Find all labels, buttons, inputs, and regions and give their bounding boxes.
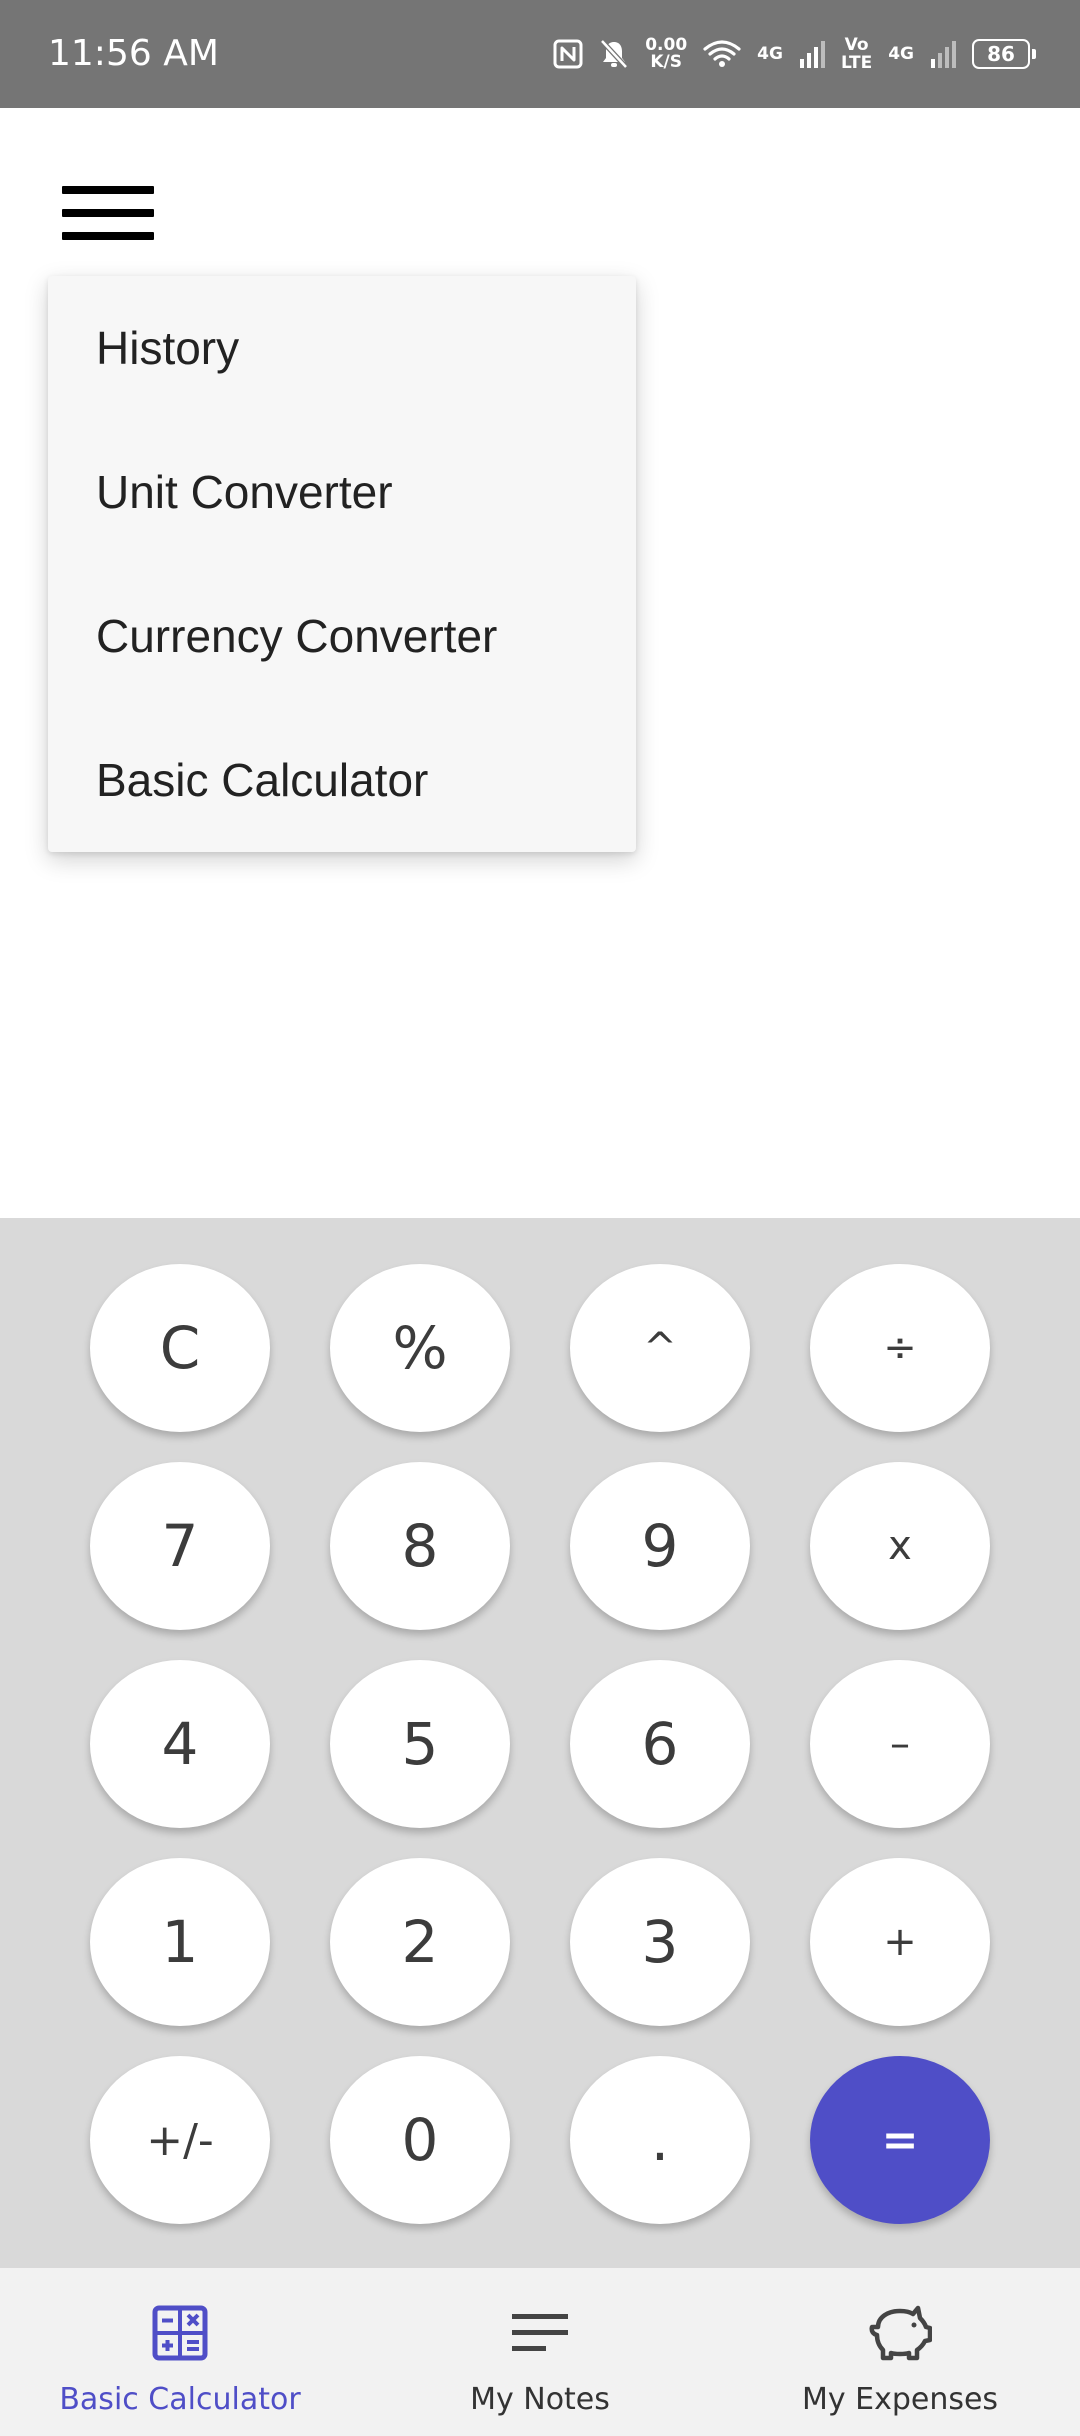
nfc-icon	[553, 39, 583, 69]
negate-button[interactable]: +/-	[90, 2056, 270, 2224]
status-time: 11:56 AM	[48, 33, 219, 74]
battery-level: 86	[987, 42, 1015, 66]
power-button[interactable]: ^	[570, 1264, 750, 1432]
status-bar: 11:56 AM 0.00 K/S 4G Vo LTE 4G 86	[0, 0, 1080, 108]
sim1-tag: 4G	[757, 44, 783, 64]
digit-7-button[interactable]: 7	[90, 1462, 270, 1630]
nav-my-notes[interactable]: My Notes	[360, 2268, 720, 2436]
calculator-icon	[152, 2302, 208, 2364]
hamburger-line	[62, 209, 154, 217]
nav-basic-calculator[interactable]: Basic Calculator	[0, 2268, 360, 2436]
decimal-button[interactable]: .	[570, 2056, 750, 2224]
battery-icon: 86	[972, 39, 1036, 69]
sim2-tag: 4G	[888, 44, 914, 64]
app-root: 11:56 AM 0.00 K/S 4G Vo LTE 4G 86 Histor…	[0, 0, 1080, 2436]
digit-0-button[interactable]: 0	[330, 2056, 510, 2224]
volte-top: Vo	[844, 35, 869, 55]
piggy-bank-icon	[868, 2302, 932, 2364]
equals-button[interactable]: =	[810, 2056, 990, 2224]
multiply-button[interactable]: x	[810, 1462, 990, 1630]
hamburger-icon[interactable]	[54, 178, 164, 258]
net-speed: 0.00 K/S	[645, 37, 687, 71]
subtract-button[interactable]: –	[810, 1660, 990, 1828]
digit-3-button[interactable]: 3	[570, 1858, 750, 2026]
menu-item-history[interactable]: History	[48, 276, 636, 420]
signal-icon	[930, 39, 956, 69]
digit-5-button[interactable]: 5	[330, 1660, 510, 1828]
digit-4-button[interactable]: 4	[90, 1660, 270, 1828]
nav-my-expenses[interactable]: My Expenses	[720, 2268, 1080, 2436]
mute-bell-icon	[599, 38, 629, 70]
digit-6-button[interactable]: 6	[570, 1660, 750, 1828]
net-speed-unit: K/S	[650, 52, 683, 72]
hamburger-line	[62, 232, 154, 240]
digit-1-button[interactable]: 1	[90, 1858, 270, 2026]
keypad: C % ^ ÷ 7 8 9 x 4 5 6 – 1 2 3 + +/- 0 . …	[0, 1218, 1080, 2268]
notes-icon	[511, 2302, 569, 2364]
digit-2-button[interactable]: 2	[330, 1858, 510, 2026]
sim2-network: 4G	[888, 45, 914, 63]
volte-badge: Vo LTE	[841, 36, 872, 72]
wifi-icon	[703, 39, 741, 69]
volte-bottom: LTE	[840, 53, 873, 73]
divide-button[interactable]: ÷	[810, 1264, 990, 1432]
percent-button[interactable]: %	[330, 1264, 510, 1432]
menu-item-unit-converter[interactable]: Unit Converter	[48, 420, 636, 564]
digit-9-button[interactable]: 9	[570, 1462, 750, 1630]
signal-icon	[799, 39, 825, 69]
nav-label-my-notes: My Notes	[470, 2382, 610, 2417]
status-icons: 0.00 K/S 4G Vo LTE 4G 86	[553, 30, 1036, 78]
clear-button[interactable]: C	[90, 1264, 270, 1432]
dropdown-menu: History Unit Converter Currency Converte…	[48, 276, 636, 852]
nav-label-my-expenses: My Expenses	[801, 2382, 999, 2417]
bottom-navigation: Basic Calculator My Notes My Expenses	[0, 2268, 1080, 2436]
sim1-network: 4G	[757, 45, 783, 63]
add-button[interactable]: +	[810, 1858, 990, 2026]
nav-label-basic-calculator: Basic Calculator	[59, 2382, 301, 2417]
menu-item-currency-converter[interactable]: Currency Converter	[48, 564, 636, 708]
digit-8-button[interactable]: 8	[330, 1462, 510, 1630]
hamburger-line	[62, 186, 154, 194]
menu-item-basic-calculator[interactable]: Basic Calculator	[48, 708, 636, 852]
